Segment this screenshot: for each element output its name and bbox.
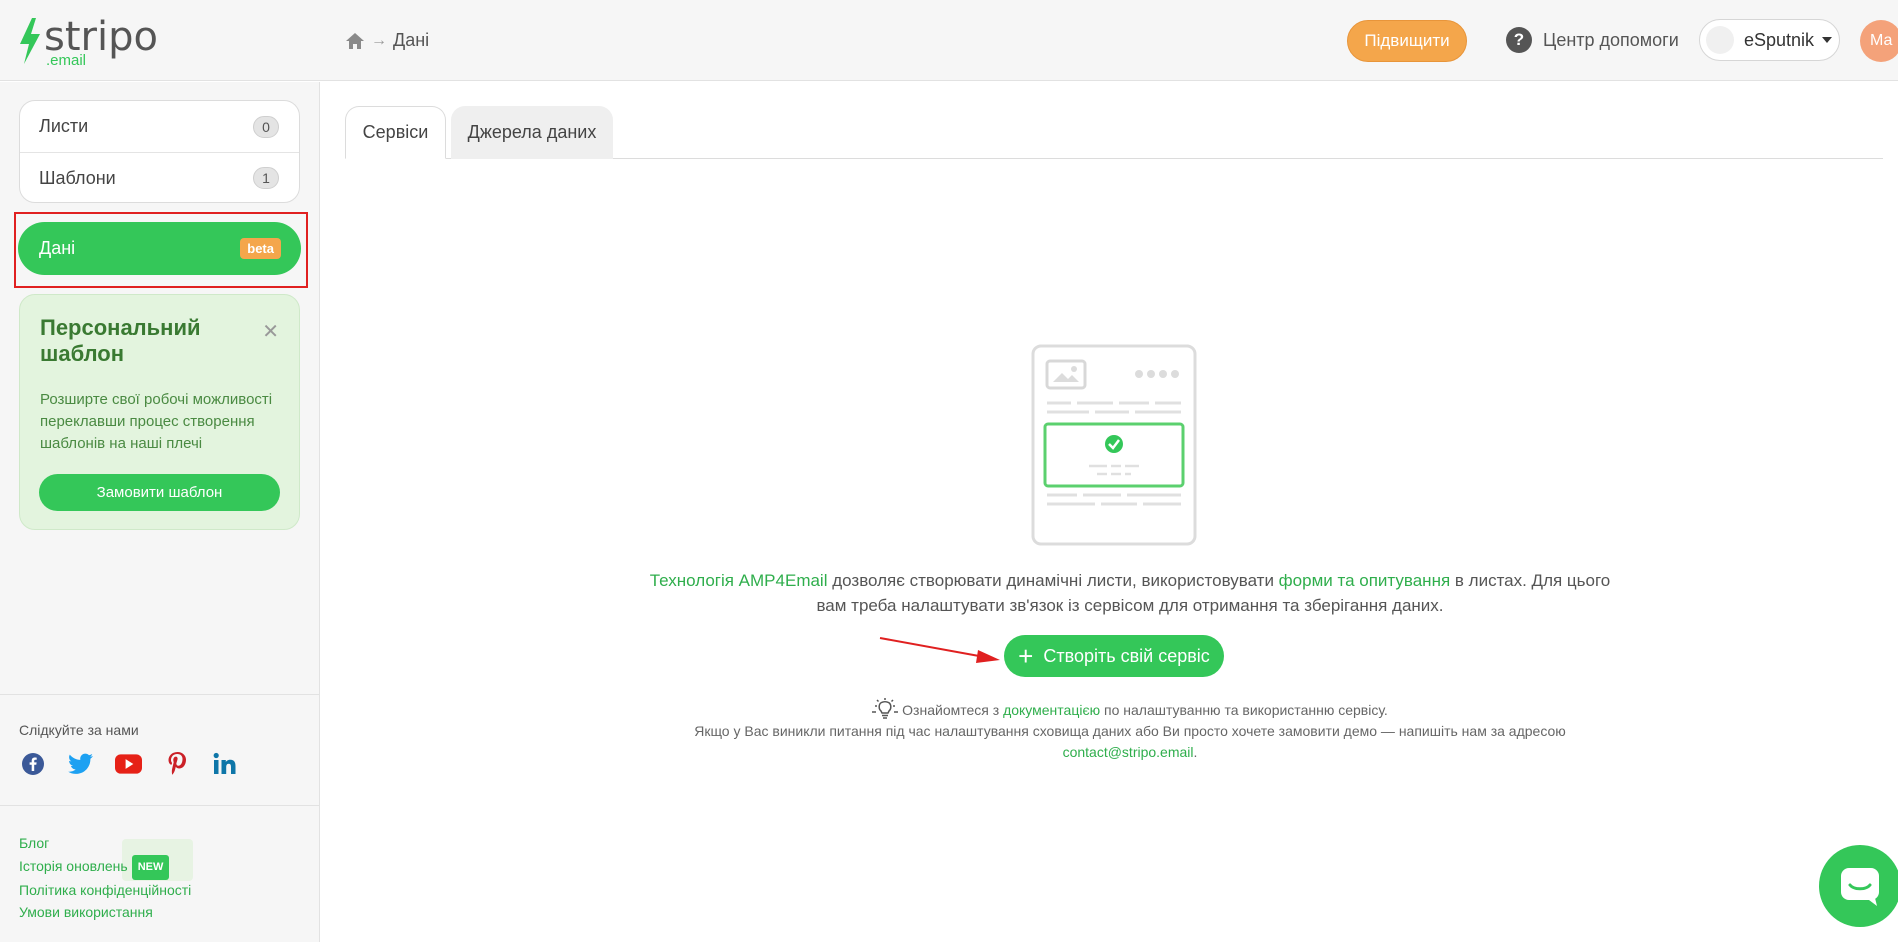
promo-title: Персональний шаблон <box>40 315 201 366</box>
facebook-icon[interactable] <box>19 750 46 777</box>
tab-data-sources[interactable]: Джерела даних <box>451 106 613 159</box>
notes-post: по налаштуванню та використанню сервісу. <box>1100 702 1388 718</box>
beta-badge: beta <box>240 238 281 259</box>
breadcrumb-current: Дані <box>393 30 430 50</box>
sidebar-item-label: Листи <box>39 116 89 136</box>
stripo-logo[interactable]: stripo .email <box>18 14 158 69</box>
breadcrumb: → Дані <box>345 30 429 51</box>
tabs-bar: Сервіси Джерела даних <box>345 106 1883 159</box>
lightbulb-icon <box>872 698 899 719</box>
home-icon[interactable] <box>345 32 365 50</box>
privacy-link[interactable]: Політика конфіденційності <box>19 880 191 902</box>
annotation-arrow-icon <box>879 637 1000 663</box>
account-switcher[interactable]: eSputnik <box>1699 19 1840 61</box>
updates-link[interactable]: Історія оновлень NEW <box>19 854 191 880</box>
sidebar: Листи 0 Шаблони 1 Дані beta Персональний… <box>0 82 320 942</box>
close-icon[interactable]: ✕ <box>262 319 279 344</box>
social-links <box>19 750 238 777</box>
contact-email-link[interactable]: contact@stripo.email <box>1063 744 1194 760</box>
amp4email-link[interactable]: Технологія AMP4Email <box>650 571 828 590</box>
terms-link[interactable]: Умови використання <box>19 902 191 924</box>
chat-widget-button[interactable] <box>1819 845 1898 927</box>
updates-link-label: Історія оновлень <box>19 857 128 874</box>
email-illustration <box>1031 344 1197 551</box>
divider <box>0 694 320 695</box>
count-badge: 0 <box>253 115 279 138</box>
user-avatar[interactable]: Ма <box>1860 20 1898 62</box>
follow-us-label: Слідкуйте за нами <box>19 722 139 738</box>
breadcrumb-arrow-icon: → <box>371 31 387 49</box>
help-center-link[interactable]: ? Центр допомоги <box>1506 27 1679 53</box>
notes-pre: Ознайомтеся з <box>902 702 1004 718</box>
twitter-icon[interactable] <box>67 750 94 777</box>
help-notes: Ознайомтеся з документацією по налаштува… <box>640 698 1620 763</box>
documentation-link[interactable]: документацією <box>1003 702 1100 718</box>
account-avatar <box>1706 26 1734 54</box>
footer-links: Блог Історія оновлень NEW Політика конфід… <box>19 833 191 923</box>
sidebar-item-label: Дані <box>39 238 76 258</box>
new-badge: NEW <box>131 854 170 880</box>
nav-card: Листи 0 Шаблони 1 <box>19 100 300 203</box>
blog-link[interactable]: Блог <box>19 833 191 855</box>
count-badge: 1 <box>253 167 279 189</box>
sidebar-item-letters[interactable]: Листи 0 <box>20 101 299 152</box>
promo-text: Розширте свої робочі можливості переклав… <box>40 391 273 452</box>
youtube-icon[interactable] <box>115 750 142 777</box>
description-part1: дозволяє створювати динамічні листи, вик… <box>827 571 1279 590</box>
description-text: Технологія AMP4Email дозволяє створювати… <box>640 568 1620 618</box>
order-template-button[interactable]: Замовити шаблон <box>39 474 280 511</box>
logo-subtitle: .email <box>46 52 87 69</box>
top-header: stripo .email → Дані Підвищити ? Центр д… <box>0 0 1898 81</box>
plus-icon: + <box>1018 641 1034 671</box>
notes-line2-text: Якщо у Вас виникли питання під час налаш… <box>694 723 1566 739</box>
help-center-label: Центр допомоги <box>1543 29 1679 50</box>
sidebar-item-templates[interactable]: Шаблони 1 <box>20 152 299 203</box>
notes-end: . <box>1193 744 1198 760</box>
caret-down-icon <box>1822 37 1833 43</box>
email-template-icon <box>1031 344 1197 546</box>
promo-card: Персональний шаблон ✕ Розширте свої робо… <box>19 294 300 530</box>
divider <box>0 805 320 806</box>
create-service-label: Створіть свій сервіс <box>1043 645 1210 666</box>
chat-icon <box>1841 868 1879 906</box>
sidebar-item-label: Шаблони <box>39 167 116 188</box>
forms-link[interactable]: форми та опитування <box>1279 571 1451 590</box>
upgrade-button[interactable]: Підвищити <box>1347 20 1467 62</box>
sidebar-item-data[interactable]: Дані beta <box>18 222 301 275</box>
create-service-button[interactable]: + Створіть свій сервіс <box>1004 635 1224 677</box>
question-icon: ? <box>1506 27 1532 53</box>
notes-line1: Ознайомтеся з документацією по налаштува… <box>640 698 1620 721</box>
logo-bolt-icon <box>20 18 40 64</box>
notes-line2: Якщо у Вас виникли питання під час налаш… <box>640 721 1620 763</box>
linkedin-icon[interactable] <box>211 750 238 777</box>
tab-services[interactable]: Сервіси <box>345 106 446 159</box>
account-label: eSputnik <box>1744 29 1815 50</box>
pinterest-icon[interactable] <box>163 750 190 777</box>
